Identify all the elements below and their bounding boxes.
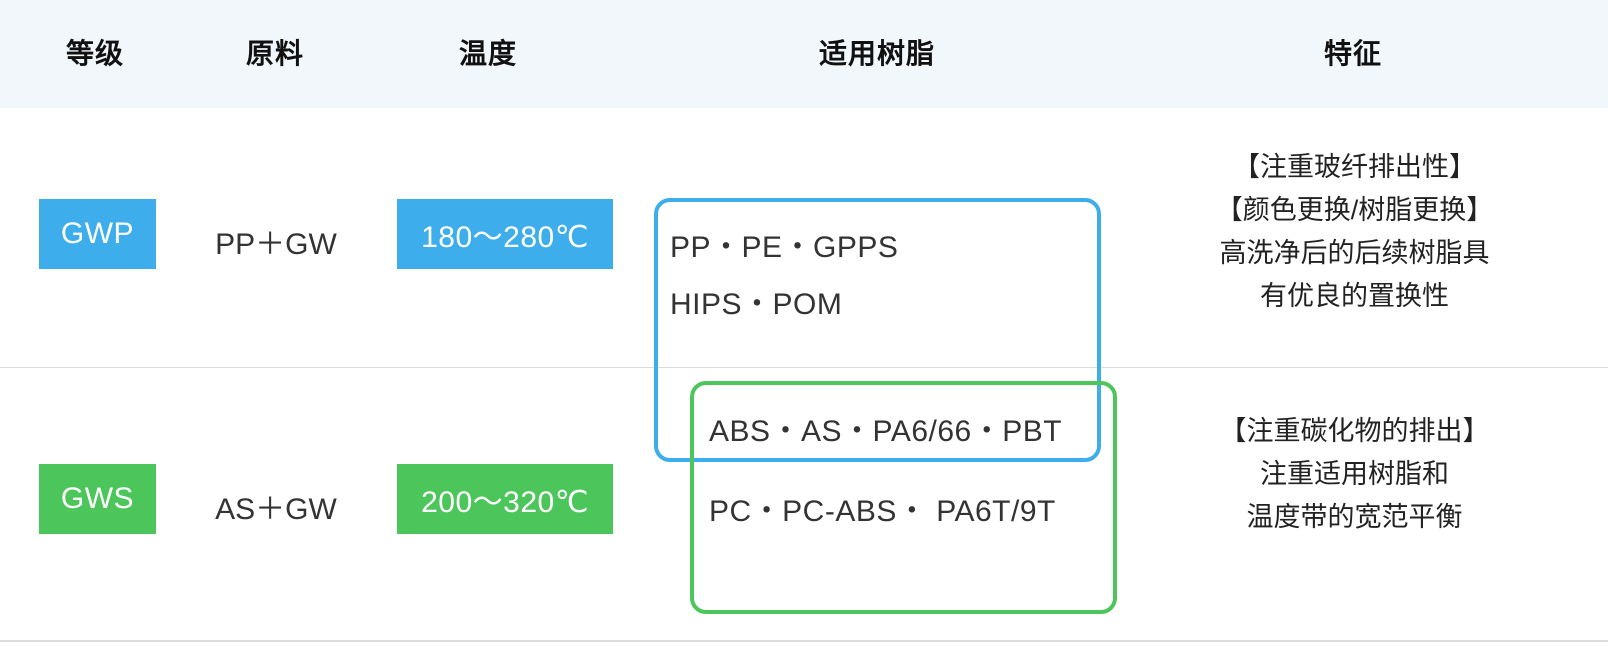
resin-line-gws-1: ABS・AS・PA6/66・PBT [709,415,1063,448]
characteristics-row-1: 【注重玻纤排出性】 【颜色更换/树脂更换】 高洗净后的后续树脂具 有优良的置换性 [1157,146,1552,318]
grade-badge-gwp: GWP [39,199,156,269]
temperature-badge-row-1-label: 180〜280℃ [421,221,589,254]
characteristics-row-1-line-3: 高洗净后的后续树脂具 [1219,238,1490,268]
column-header-material: 原料 [245,38,304,69]
resin-line-gws-2: PC・PC-ABS・ PA6T/9T [709,495,1056,528]
temperature-badge-row-2: 200〜320℃ [397,464,613,534]
temperature-badge-row-2-label: 200〜320℃ [421,486,589,519]
grade-badge-gws: GWS [39,464,156,534]
characteristics-row-2-line-3: 温度带的宽范平衡 [1246,502,1463,532]
resin-line-gwp-2: HIPS・POM [670,288,843,321]
resin-line-gwp-1: PP・PE・GPPS [670,231,899,264]
material-value-row-1: PP＋GW [215,228,337,261]
grade-badge-gwp-label: GWP [60,217,135,250]
resin-grade-comparison-table: 等级 原料 温度 适用树脂 特征 GWP PP＋GW 180〜280℃ 【注重玻… [0,0,1608,647]
characteristics-row-1-line-4: 有优良的置换性 [1260,281,1449,311]
column-header-characteristics: 特征 [1323,38,1382,69]
table-header-row: 等级 原料 温度 适用树脂 特征 [0,0,1608,108]
characteristics-row-1-line-2: 【颜色更换/树脂更换】 [1215,195,1494,225]
characteristics-row-2-line-1: 【注重碳化物的排出】 [1219,416,1490,446]
characteristics-row-1-line-1: 【注重玻纤排出性】 [1233,152,1476,182]
table-bottom-border [0,640,1608,642]
column-header-grade: 等级 [65,38,124,69]
material-value-row-2: AS＋GW [215,493,337,526]
grade-badge-gws-label: GWS [60,482,135,515]
temperature-badge-row-1: 180〜280℃ [397,199,613,269]
characteristics-row-2: 【注重碳化物的排出】 注重适用树脂和 温度带的宽范平衡 [1157,410,1552,539]
column-header-temperature: 温度 [458,38,517,69]
characteristics-row-2-line-2: 注重适用树脂和 [1260,459,1449,489]
column-header-applicable-resin: 适用树脂 [818,38,935,69]
